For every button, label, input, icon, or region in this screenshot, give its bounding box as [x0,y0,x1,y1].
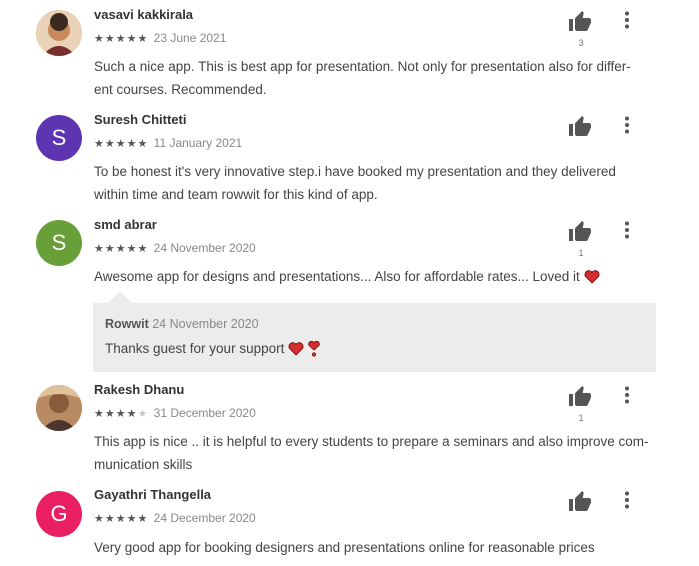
more-vertical-icon[interactable] [620,221,634,239]
rating-row: ★★★★★ 24 December 2020 [94,511,256,525]
review-text: Very good app for booking designers and … [94,536,649,559]
thumbs-up-icon[interactable] [568,10,592,34]
helpful-count: 3 [578,38,584,48]
review-text-line: This app is nice .. it is helpful to eve… [94,434,649,449]
reply-text: Thanks guest for your support [105,341,320,358]
review-text-line: within time and team rowwit for this kin… [94,187,378,202]
rating-row: ★★★★★ 24 November 2020 [94,241,256,255]
thumbs-up-icon[interactable] [568,115,592,139]
review-date: 24 November 2020 [153,241,256,255]
more-vertical-icon[interactable] [620,491,634,509]
review-text-line: Very good app for booking designers and … [94,540,595,555]
reviewer-name: vasavi kakkirala [94,7,194,22]
avatar: G [36,491,82,537]
avatar [36,385,82,431]
avatar [36,10,82,56]
helpful-count: 1 [578,248,584,258]
review-text-line: munication skills [94,457,193,472]
review-text: To be honest it's very innovative step.i… [94,160,649,206]
reply-author: Rowwit [105,317,149,331]
avatar: S [36,115,82,161]
star-rating: ★★★★★ [94,33,149,45]
reply-pointer [108,291,132,303]
review-date: 23 June 2021 [153,31,227,45]
developer-reply: Rowwit 24 November 2020 Thanks guest for… [93,303,656,372]
rating-row: ★★★★★ 11 January 2021 [94,136,242,150]
more-vertical-icon[interactable] [620,386,634,404]
review-text: Such a nice app. This is best app for pr… [94,55,649,101]
review-text-line: To be honest it's very innovative step.i… [94,164,616,179]
rating-row: ★★★★★ 23 June 2021 [94,31,226,45]
star-rating: ★★★★★ [94,513,149,525]
review-date: 31 December 2020 [153,406,256,420]
helpful-count: 1 [578,413,584,423]
more-vertical-icon[interactable] [620,116,634,134]
reviewer-name: Gayathri Thangella [94,487,212,502]
avatar: S [36,220,82,266]
review-text-line: Awesome app for designs and presentation… [94,269,580,284]
thumbs-up-icon[interactable] [568,385,592,409]
review-date: 11 January 2021 [153,136,243,150]
review-text-line: ent courses. Recommended. [94,82,267,97]
reply-text-content: Thanks guest for your support [105,341,285,356]
heart-exclamation-icon [308,341,320,358]
thumbs-up-icon[interactable] [568,490,592,514]
rating-row: ★★★★★ 31 December 2020 [94,406,256,420]
reply-header: Rowwit 24 November 2020 [105,317,259,331]
reviewer-name: smd abrar [94,217,157,232]
reviewer-name: Suresh Chitteti [94,112,187,127]
review-text-line: Such a nice app. This is best app for pr… [94,59,631,74]
review-text: This app is nice .. it is helpful to eve… [94,430,649,476]
heart-icon [584,270,599,285]
heart-icon [288,342,304,357]
thumbs-up-icon[interactable] [568,220,592,244]
reviewer-name: Rakesh Dhanu [94,382,185,397]
star-rating: ★★★★★ [94,408,149,420]
review-text: Awesome app for designs and presentation… [94,265,649,288]
reply-date: 24 November 2020 [152,317,259,331]
more-vertical-icon[interactable] [620,11,634,29]
review-date: 24 December 2020 [153,511,256,525]
star-rating: ★★★★★ [94,138,149,150]
star-rating: ★★★★★ [94,243,149,255]
